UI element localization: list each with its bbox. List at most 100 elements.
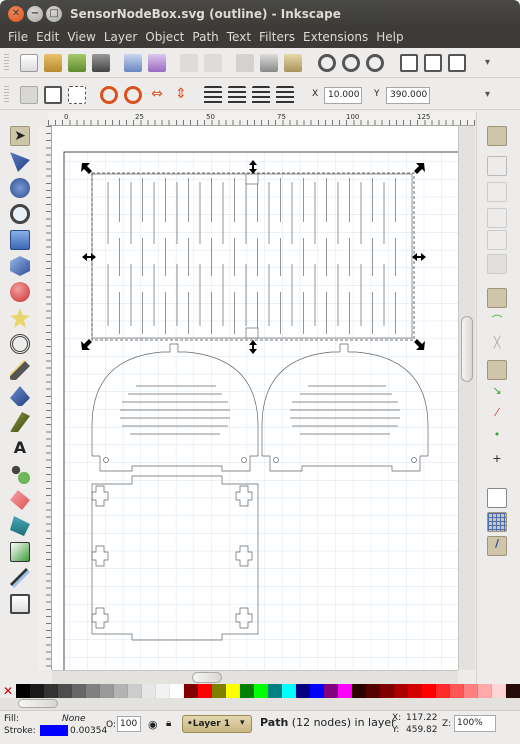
rotate-cw-icon[interactable]: [124, 86, 142, 104]
color-swatch[interactable]: [100, 684, 114, 698]
color-swatch[interactable]: [478, 684, 492, 698]
redo-icon[interactable]: [204, 54, 222, 72]
color-swatch[interactable]: [254, 684, 268, 698]
lock-icon[interactable]: 🔒︎: [166, 718, 171, 729]
menu-text[interactable]: Text: [223, 28, 255, 48]
menu-path[interactable]: Path: [188, 28, 222, 48]
color-swatch[interactable]: [30, 684, 44, 698]
lower-to-bottom-icon[interactable]: [276, 86, 294, 104]
select-all-layers-icon[interactable]: [44, 86, 62, 104]
toolbar-overflow-button[interactable]: ▾: [485, 57, 490, 68]
snap-cusp-nodes-icon[interactable]: [487, 360, 507, 380]
horizontal-scrollbar[interactable]: [52, 670, 458, 684]
color-swatch[interactable]: [268, 684, 282, 698]
3d-box-tool-icon[interactable]: [10, 256, 30, 276]
color-swatch[interactable]: [114, 684, 128, 698]
snap-paths-icon[interactable]: ⌒: [487, 312, 507, 332]
save-icon[interactable]: [68, 54, 86, 72]
color-swatch[interactable]: [282, 684, 296, 698]
color-swatch[interactable]: [58, 684, 72, 698]
opacity-input[interactable]: 100: [117, 716, 141, 732]
color-swatch[interactable]: [184, 684, 198, 698]
color-swatch[interactable]: [366, 684, 380, 698]
snap-bbox-midpoints-icon[interactable]: [487, 230, 507, 250]
color-swatch[interactable]: [156, 684, 170, 698]
snap-path-intersections-icon[interactable]: ╳: [487, 336, 507, 356]
palette-scroll-thumb[interactable]: [18, 699, 58, 708]
undo-icon[interactable]: [180, 54, 198, 72]
color-swatch[interactable]: [128, 684, 142, 698]
stroke-color-swatch[interactable]: [40, 725, 68, 736]
selector-tool-icon[interactable]: ➤: [10, 126, 30, 146]
color-swatch[interactable]: [450, 684, 464, 698]
snap-bbox-center-icon[interactable]: [487, 254, 507, 274]
rotate-ccw-icon[interactable]: [100, 86, 118, 104]
drawing-canvas[interactable]: [52, 126, 458, 670]
color-swatch[interactable]: [240, 684, 254, 698]
color-swatch[interactable]: [310, 684, 324, 698]
pencil-tool-icon[interactable]: [10, 360, 30, 380]
cut-icon[interactable]: [260, 54, 278, 72]
color-swatch[interactable]: [436, 684, 450, 698]
menu-object[interactable]: Object: [141, 28, 188, 48]
tweak-tool-icon[interactable]: [10, 178, 30, 198]
x-coordinate-input[interactable]: 10.000: [324, 87, 362, 104]
menu-filters[interactable]: Filters: [255, 28, 299, 48]
snap-bbox-edges-icon[interactable]: [487, 182, 507, 202]
eye-icon[interactable]: ◉: [148, 718, 158, 731]
print-icon[interactable]: [92, 54, 110, 72]
color-swatch[interactable]: [422, 684, 436, 698]
maximize-window-button[interactable]: □: [46, 6, 62, 22]
vertical-scrollbar[interactable]: [458, 126, 475, 670]
color-swatch[interactable]: [408, 684, 422, 698]
horizontal-ruler[interactable]: 0 25 50 75 100 125: [48, 112, 475, 126]
color-swatch[interactable]: [380, 684, 394, 698]
dropper-tool-icon[interactable]: [10, 568, 30, 588]
color-swatch[interactable]: [226, 684, 240, 698]
toolbar-grip[interactable]: [4, 54, 9, 72]
horizontal-scroll-thumb[interactable]: [192, 672, 222, 683]
color-swatch[interactable]: [142, 684, 156, 698]
text-tool-icon[interactable]: A: [10, 438, 30, 458]
menu-edit[interactable]: Edit: [32, 28, 63, 48]
node-tool-icon[interactable]: [10, 152, 30, 172]
flip-horizontal-icon[interactable]: ⇔: [148, 86, 166, 104]
color-swatch[interactable]: [506, 684, 520, 698]
new-document-icon[interactable]: [20, 54, 38, 72]
chevron-down-icon[interactable]: ▾: [240, 718, 245, 728]
unlink-clone-icon[interactable]: [448, 54, 466, 72]
paint-bucket-tool-icon[interactable]: [10, 516, 30, 536]
color-swatch[interactable]: [198, 684, 212, 698]
drawing-svg[interactable]: [52, 126, 458, 670]
star-tool-icon[interactable]: [10, 308, 30, 328]
palette-scrollbar[interactable]: [0, 698, 520, 710]
color-swatch[interactable]: [492, 684, 506, 698]
rectangle-tool-icon[interactable]: [10, 230, 30, 250]
fill-value[interactable]: None: [62, 714, 85, 724]
zoom-input[interactable]: 100%: [454, 715, 496, 732]
paste-icon[interactable]: [284, 54, 302, 72]
snap-smooth-nodes-icon[interactable]: ↘: [487, 384, 507, 404]
zoom-tool-icon[interactable]: [10, 204, 30, 224]
zoom-selection-icon[interactable]: [318, 54, 336, 72]
zoom-page-icon[interactable]: [366, 54, 384, 72]
zoom-drawing-icon[interactable]: [342, 54, 360, 72]
snap-guide-icon[interactable]: /: [487, 536, 507, 556]
snap-line-midpoints-icon[interactable]: ⁄: [487, 406, 507, 426]
color-swatch[interactable]: [464, 684, 478, 698]
snap-toggle-icon[interactable]: [487, 126, 507, 146]
duplicate-icon[interactable]: [400, 54, 418, 72]
connector-tool-icon[interactable]: [10, 594, 30, 614]
color-swatch[interactable]: [44, 684, 58, 698]
minimize-window-button[interactable]: −: [27, 6, 43, 22]
flip-vertical-icon[interactable]: ⇕: [172, 86, 190, 104]
deselect-icon[interactable]: [68, 86, 86, 104]
color-swatch[interactable]: [72, 684, 86, 698]
spray-tool-icon[interactable]: [10, 464, 30, 484]
raise-icon[interactable]: [228, 86, 246, 104]
toolbar-overflow-button[interactable]: ▾: [485, 89, 490, 100]
snap-object-centers-icon[interactable]: •: [487, 428, 507, 448]
toolbar-grip[interactable]: [4, 86, 9, 104]
menu-extensions[interactable]: Extensions: [299, 28, 372, 48]
pen-tool-icon[interactable]: [10, 386, 30, 406]
